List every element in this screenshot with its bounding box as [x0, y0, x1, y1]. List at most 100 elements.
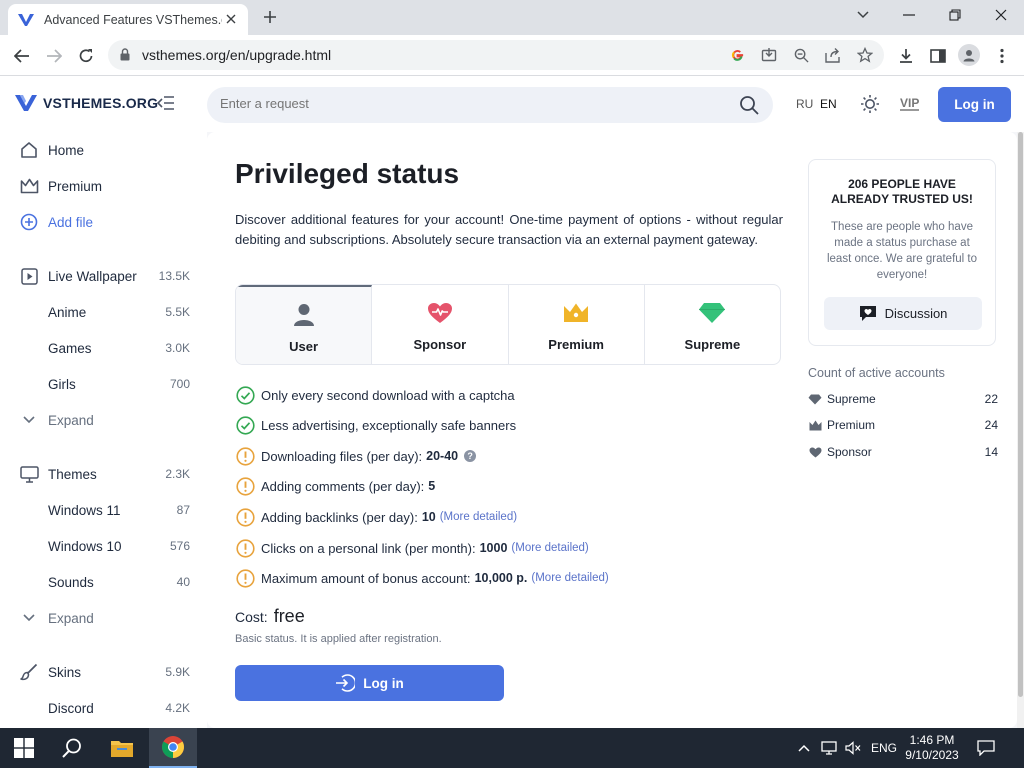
bookmark-star-icon[interactable]	[856, 46, 874, 64]
network-icon[interactable]	[821, 740, 837, 756]
reload-button[interactable]	[73, 43, 99, 69]
page-scrollbar[interactable]	[1017, 132, 1024, 728]
restore-button[interactable]	[942, 4, 968, 26]
logo-text: VSTHEMES.ORG	[43, 95, 159, 111]
volume-muted-icon[interactable]	[845, 740, 861, 756]
search-input[interactable]	[220, 96, 720, 111]
start-button[interactable]	[0, 728, 48, 768]
account-count: 14	[984, 445, 998, 459]
vsthemes-favicon-icon	[18, 12, 34, 28]
notification-icon[interactable]	[977, 740, 995, 757]
sidebar-item-label: Expand	[48, 412, 94, 428]
sidebar-item-label: Discord	[48, 700, 94, 716]
sidebar-expand-themes[interactable]: Expand	[0, 600, 207, 636]
tab-premium[interactable]: Premium	[509, 285, 645, 364]
taskbar-search-button[interactable]	[48, 728, 96, 768]
diamond-icon	[808, 392, 822, 406]
cost-value: free	[273, 606, 305, 626]
page-description: Discover additional features for your ac…	[235, 212, 783, 247]
url-text: vsthemes.org/en/upgrade.html	[142, 47, 332, 63]
accounts-title: Count of active accounts	[808, 366, 945, 380]
browser-tab[interactable]: Advanced Features VSThemes.org	[8, 4, 248, 35]
sidebar-item-themes[interactable]: Themes 2.3K	[0, 456, 207, 492]
sidebar-item-anime[interactable]: Anime 5.5K	[0, 294, 207, 330]
sidebar-item-count: 576	[169, 539, 190, 553]
profile-avatar-icon[interactable]	[958, 44, 980, 66]
back-button[interactable]	[9, 43, 35, 69]
tray-chevron-up-icon[interactable]	[796, 740, 812, 756]
side-panel-icon[interactable]	[925, 43, 951, 69]
lang-ru-button[interactable]: RU	[796, 97, 813, 111]
plan-name: Supreme	[684, 337, 741, 352]
discussion-label: Discussion	[884, 306, 948, 321]
trust-card: 206 PEOPLE HAVE ALREADY TRUSTED US! Thes…	[808, 159, 996, 346]
input-language[interactable]: ENG	[871, 741, 897, 755]
login-icon	[336, 674, 356, 692]
tab-search-icon[interactable]	[850, 4, 876, 26]
sidebar-item-windows-11[interactable]: Windows 11 87	[0, 492, 207, 528]
site-search[interactable]	[207, 87, 773, 123]
search-icon[interactable]	[739, 95, 761, 117]
chrome-menu-icon[interactable]	[989, 43, 1015, 69]
forward-button[interactable]	[41, 43, 67, 69]
lock-icon[interactable]	[120, 48, 130, 66]
close-window-button[interactable]	[988, 4, 1014, 26]
sidebar-item-discord[interactable]: Discord 4.2K	[0, 690, 207, 726]
sidebar-item-home[interactable]: Home	[0, 132, 207, 168]
downloads-icon[interactable]	[893, 43, 919, 69]
more-detailed-link[interactable]: (More detailed)	[440, 511, 517, 523]
feature-text: Adding backlinks (per day):	[261, 509, 418, 525]
sidebar: Home Premium Add file Live Wallpaper 13.…	[0, 132, 207, 728]
sidebar-item-label: Sounds	[48, 574, 94, 590]
feature-value: 1000	[479, 541, 508, 555]
sidebar-item-windows-10[interactable]: Windows 10 576	[0, 528, 207, 564]
chevron-down-icon	[19, 410, 39, 430]
minimize-button[interactable]	[896, 4, 922, 26]
sidebar-item-sounds[interactable]: Sounds 40	[0, 564, 207, 600]
sidebar-item-live-wallpaper[interactable]: Live Wallpaper 13.5K	[0, 258, 207, 294]
new-tab-button[interactable]	[260, 7, 280, 27]
tab-sponsor[interactable]: Sponsor	[372, 285, 509, 364]
sidebar-item-skins[interactable]: Skins 5.9K	[0, 654, 207, 690]
site-header: VSTHEMES.ORG RU EN VIP Log in	[0, 77, 1024, 132]
site-logo[interactable]: VSTHEMES.ORG	[15, 94, 158, 112]
chrome-taskbar-button[interactable]	[149, 728, 197, 768]
account-row: Supreme 22	[808, 390, 998, 408]
zoom-out-icon[interactable]	[792, 46, 810, 64]
more-detailed-link[interactable]: (More detailed)	[511, 542, 588, 554]
tab-user[interactable]: User	[236, 285, 373, 364]
warning-circle-icon	[235, 476, 255, 496]
sidebar-item-girls[interactable]: Girls 700	[0, 366, 207, 402]
sidebar-item-label: Games	[48, 340, 92, 356]
sidebar-expand-wallpaper[interactable]: Expand	[0, 402, 207, 438]
sidebar-item-premium[interactable]: Premium	[0, 168, 207, 204]
sidebar-item-games[interactable]: Games 3.0K	[0, 330, 207, 366]
vip-link[interactable]: VIP	[900, 97, 920, 111]
close-tab-icon[interactable]	[224, 12, 238, 26]
plan-name: Sponsor	[413, 337, 467, 352]
file-explorer-button[interactable]	[98, 728, 146, 768]
lang-en-button[interactable]: EN	[820, 97, 837, 111]
install-app-icon[interactable]	[760, 46, 778, 64]
help-icon[interactable]: ?	[464, 450, 477, 462]
account-name: Sponsor	[827, 445, 872, 459]
collapse-menu-icon[interactable]	[156, 95, 177, 113]
sun-icon[interactable]	[860, 94, 880, 114]
scrollbar-thumb[interactable]	[1018, 132, 1023, 697]
login-button[interactable]: Log in	[235, 665, 504, 701]
tab-supreme[interactable]: Supreme	[645, 285, 780, 364]
address-bar[interactable]: vsthemes.org/en/upgrade.html	[108, 40, 884, 70]
sidebar-item-label: Expand	[48, 610, 94, 626]
account-name: Premium	[827, 418, 876, 432]
feature-item: Clicks on a personal link (per month): 1…	[235, 538, 589, 558]
taskbar-clock[interactable]: 1:46 PM 9/10/2023	[904, 733, 960, 763]
share-icon[interactable]	[824, 46, 842, 64]
header-login-button[interactable]: Log in	[938, 87, 1011, 122]
sidebar-item-label: Live Wallpaper	[48, 268, 137, 284]
more-detailed-link[interactable]: (More detailed)	[531, 572, 608, 584]
heart-pulse-icon	[426, 299, 454, 327]
sidebar-item-add-file[interactable]: Add file	[0, 204, 207, 240]
sidebar-item-label: Windows 11	[48, 502, 121, 518]
google-translate-icon[interactable]	[728, 46, 746, 64]
discussion-button[interactable]: Discussion	[824, 297, 982, 330]
